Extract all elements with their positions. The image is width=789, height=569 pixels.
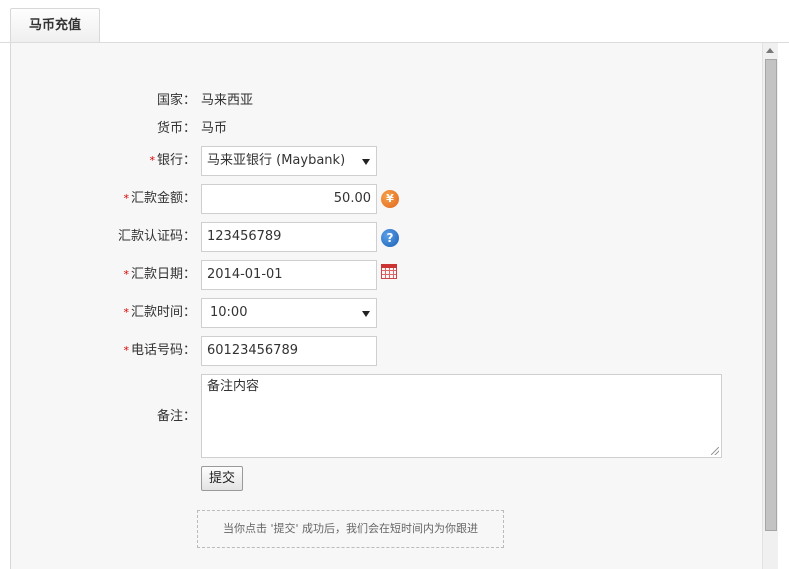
- country-value: 马来西亚: [201, 93, 254, 108]
- country-label-wrap: 国家：: [0, 91, 196, 111]
- country-label: 国家：: [156, 93, 196, 108]
- required-marker: *: [149, 154, 155, 167]
- help-icon[interactable]: ?: [381, 229, 399, 247]
- date-label: 汇款日期：: [130, 267, 196, 282]
- date-label-line: * 汇款日期：: [0, 265, 196, 285]
- chevron-down-icon: [362, 311, 370, 317]
- phone-label: 电话号码：: [130, 343, 196, 358]
- bank-label: 银行：: [156, 153, 196, 168]
- tab-recharge[interactable]: 马币充值: [10, 8, 100, 42]
- code-label: 汇款认证码：: [117, 229, 196, 244]
- amount-input[interactable]: 50.00: [201, 184, 377, 214]
- currency-label-wrap: 货币：: [0, 119, 196, 139]
- scroll-thumb[interactable]: [765, 59, 777, 531]
- chevron-down-icon: [362, 159, 370, 165]
- currency-label: 货币：: [156, 121, 196, 136]
- required-marker: *: [123, 344, 129, 357]
- scroll-up-arrow-icon[interactable]: [766, 48, 774, 53]
- currency-value: 马币: [201, 121, 228, 136]
- bank-label-line: * 银行：: [0, 151, 196, 171]
- amount-label-line: * 汇款金额：: [0, 189, 196, 209]
- submit-button[interactable]: 提交: [201, 466, 243, 491]
- time-label: 汇款时间：: [130, 305, 196, 320]
- calendar-icon[interactable]: [381, 264, 397, 279]
- date-label-wrap: * 汇款日期：: [0, 265, 196, 285]
- phone-label-line: * 电话号码：: [0, 341, 196, 361]
- resize-handle-icon[interactable]: [711, 447, 719, 455]
- required-marker: *: [123, 268, 129, 281]
- remark-label-wrap: 备注：: [0, 407, 196, 427]
- time-select[interactable]: 10:00: [201, 298, 377, 328]
- required-marker: *: [123, 306, 129, 319]
- date-input[interactable]: 2014-01-01: [201, 260, 377, 290]
- phone-label-wrap: * 电话号码：: [0, 341, 196, 361]
- vertical-scrollbar[interactable]: [762, 43, 778, 569]
- bank-selected-value: 马来亚银行 (Maybank): [207, 153, 346, 168]
- required-marker: *: [123, 192, 129, 205]
- time-selected-value: 10:00: [210, 305, 248, 320]
- verification-code-input[interactable]: 123456789: [201, 222, 377, 252]
- code-label-wrap: 汇款认证码：: [0, 227, 196, 247]
- yen-coin-icon: ¥: [381, 190, 399, 208]
- remark-label: 备注：: [156, 409, 196, 424]
- bank-select[interactable]: 马来亚银行 (Maybank): [201, 146, 377, 176]
- remark-textarea[interactable]: 备注内容: [201, 374, 722, 458]
- amount-label: 汇款金额：: [130, 191, 196, 206]
- phone-input[interactable]: 60123456789: [201, 336, 377, 366]
- remark-value: 备注内容: [207, 379, 260, 394]
- time-label-line: * 汇款时间：: [0, 303, 196, 323]
- time-label-wrap: * 汇款时间：: [0, 303, 196, 323]
- bank-label-wrap: * 银行：: [0, 151, 196, 171]
- submit-notice: 当你点击 '提交' 成功后，我们会在短时间内为你跟进: [197, 510, 504, 548]
- amount-label-wrap: * 汇款金额：: [0, 189, 196, 209]
